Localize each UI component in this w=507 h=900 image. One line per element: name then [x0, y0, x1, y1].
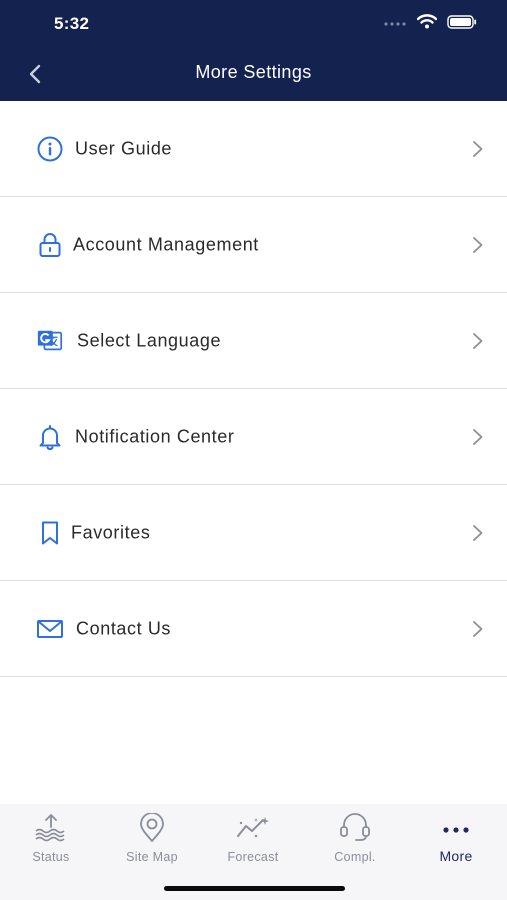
forecast-icon	[236, 812, 270, 844]
menu-item-user-guide[interactable]: User Guide	[0, 101, 507, 197]
menu-item-label: Contact Us	[76, 618, 172, 638]
tab-label: Forecast	[227, 850, 279, 864]
info-icon	[36, 135, 64, 163]
tab-label: Status	[32, 850, 70, 864]
menu-item-label: Favorites	[71, 522, 151, 542]
menu-item-label: Notification Center	[75, 426, 235, 446]
tab-status[interactable]: Status	[6, 812, 96, 872]
tab-more[interactable]: More	[411, 812, 501, 872]
home-indicator[interactable]	[164, 886, 345, 891]
tab-forecast[interactable]: Forecast	[208, 812, 298, 872]
settings-list: User Guide Account Management Select Lan…	[0, 101, 507, 677]
mail-icon	[36, 615, 64, 643]
cellular-signal-icon	[383, 15, 407, 33]
battery-icon	[447, 14, 477, 34]
chevron-right-icon	[471, 523, 485, 543]
chevron-right-icon	[471, 331, 485, 351]
status-icons	[383, 14, 477, 34]
more-dots-icon	[439, 812, 473, 844]
bookmark-icon	[36, 519, 64, 547]
menu-item-account-management[interactable]: Account Management	[0, 197, 507, 293]
tab-label: Site Map	[126, 850, 178, 864]
menu-item-contact-us[interactable]: Contact Us	[0, 581, 507, 677]
chevron-right-icon	[471, 139, 485, 159]
menu-item-favorites[interactable]: Favorites	[0, 485, 507, 581]
tab-label: Compl.	[334, 850, 376, 864]
header: 5:32 More Settings	[0, 0, 507, 101]
chevron-right-icon	[471, 619, 485, 639]
menu-item-label: Account Management	[73, 234, 259, 254]
map-pin-icon	[135, 812, 169, 844]
lock-icon	[36, 231, 64, 259]
chevron-right-icon	[471, 235, 485, 255]
chevron-right-icon	[471, 427, 485, 447]
tab-label: More	[439, 848, 473, 864]
headset-icon	[338, 812, 372, 844]
page-title: More Settings	[195, 62, 312, 82]
translate-icon	[36, 327, 64, 355]
more-settings-screen: 5:32 More Settings User Guide Account Ma…	[0, 0, 507, 900]
bell-icon	[36, 423, 64, 451]
water-level-icon	[34, 812, 68, 844]
menu-item-notification-center[interactable]: Notification Center	[0, 389, 507, 485]
status-time: 5:32	[54, 14, 90, 33]
menu-item-select-language[interactable]: Select Language	[0, 293, 507, 389]
wifi-icon	[416, 14, 438, 34]
tab-site-map[interactable]: Site Map	[107, 812, 197, 872]
menu-item-label: User Guide	[75, 138, 173, 158]
menu-item-label: Select Language	[77, 330, 222, 350]
tab-compl[interactable]: Compl.	[310, 812, 400, 872]
